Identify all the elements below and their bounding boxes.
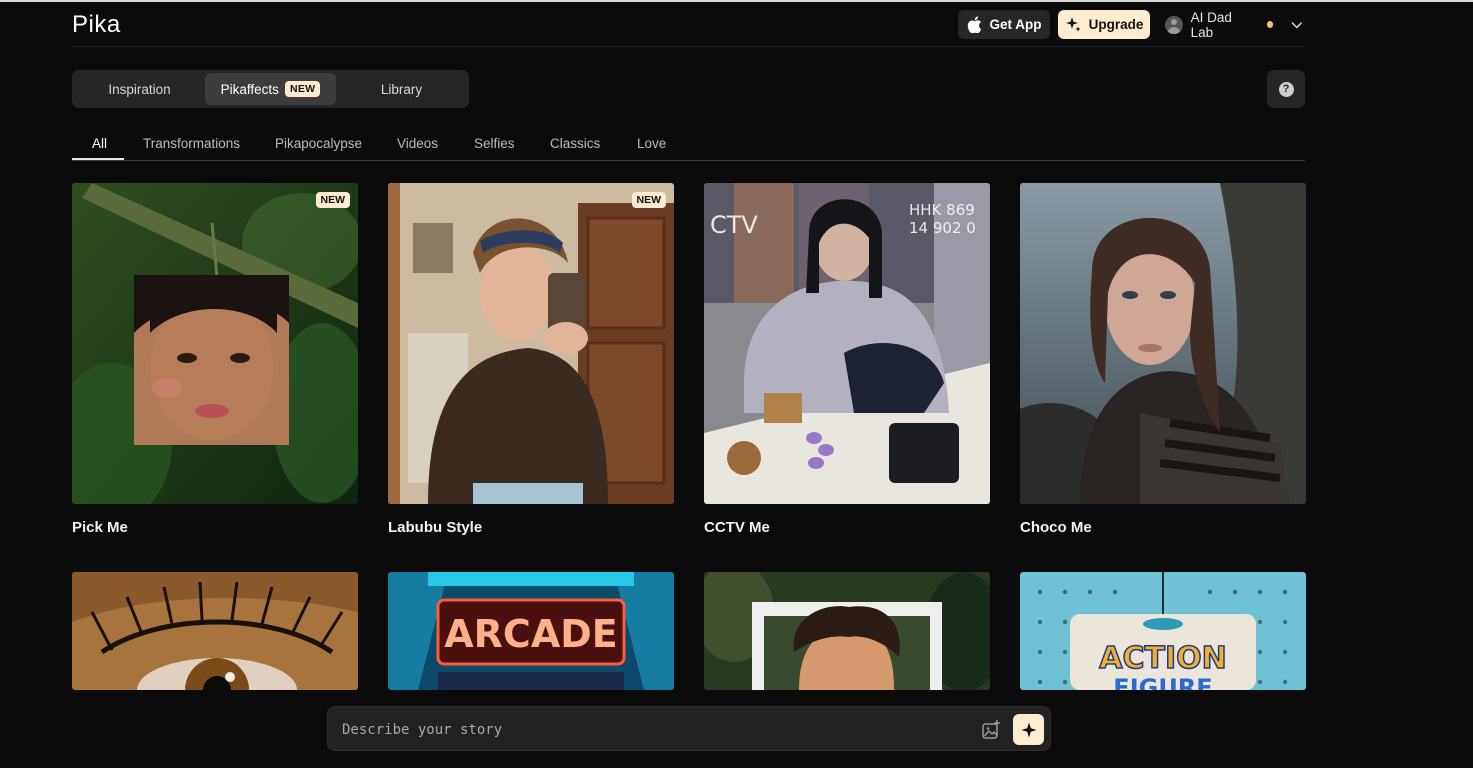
card-new-badge: NEW	[315, 192, 350, 208]
card-title[interactable]: Pick Me	[72, 519, 128, 536]
category-transformations[interactable]: Transformations	[143, 136, 240, 151]
tab-inspiration-label: Inspiration	[108, 81, 171, 97]
arcade-thumbnail[interactable]: ARCADE	[388, 572, 674, 690]
category-selfies[interactable]: Selfies	[474, 136, 515, 151]
eye-closeup-thumbnail[interactable]	[72, 572, 358, 690]
sparkle-icon	[1021, 722, 1036, 737]
account-name: AI Dad Lab	[1190, 9, 1232, 40]
pika-logo[interactable]: Pika	[72, 11, 121, 39]
help-icon: ?	[1278, 81, 1294, 97]
add-image-icon[interactable]	[980, 719, 1002, 741]
category-classics[interactable]: Classics	[550, 136, 600, 151]
category-videos[interactable]: Videos	[397, 136, 438, 151]
avatar	[1165, 15, 1183, 34]
upgrade-label: Upgrade	[1088, 17, 1144, 32]
new-badge: NEW	[284, 81, 321, 97]
top-header: Pika Get App Upgrade AI Dad Lab	[72, 2, 1305, 47]
card-title[interactable]: Choco Me	[1020, 519, 1092, 536]
prompt-bar	[327, 706, 1051, 751]
account-menu[interactable]: AI Dad Lab	[1165, 9, 1305, 40]
apple-icon	[967, 16, 981, 33]
category-pikapocalypse[interactable]: Pikapocalypse	[275, 136, 362, 151]
action-figure-thumbnail[interactable]: ACTION FIGURE	[1020, 572, 1306, 690]
tab-pikaffects[interactable]: Pikaffects NEW	[205, 73, 336, 105]
category-all[interactable]: All	[92, 136, 107, 151]
arcade-sign-text: ARCADE	[444, 612, 617, 656]
cartoon-frame-thumbnail[interactable]	[704, 572, 990, 690]
cctv-overlay-text-right-2: 14 902 0	[909, 219, 976, 237]
story-prompt-input[interactable]	[342, 719, 962, 741]
cctv-overlay-text-right: HHK 869	[909, 201, 975, 219]
chevron-down-icon	[1292, 21, 1303, 28]
cctv-overlay-text-left: CTV	[710, 211, 758, 239]
card-title[interactable]: CCTV Me	[704, 519, 770, 536]
action-figure-text: ACTION	[1099, 641, 1226, 676]
labubu-style-thumbnail[interactable]: NEW	[388, 183, 674, 504]
section-tabs: Inspiration Pikaffects NEW Library	[72, 70, 469, 108]
action-figure-text-2: FIGURE	[1113, 674, 1212, 690]
tab-inspiration[interactable]: Inspiration	[75, 73, 204, 105]
tab-library[interactable]: Library	[337, 73, 466, 105]
choco-me-thumbnail[interactable]	[1020, 183, 1306, 504]
category-tabs: All Transformations Pikapocalypse Videos…	[72, 126, 1305, 161]
get-app-label: Get App	[989, 17, 1042, 32]
card-new-badge: NEW	[631, 192, 666, 208]
tab-pikaffects-label: Pikaffects	[220, 81, 279, 97]
active-tab-underline	[72, 158, 124, 160]
cctv-me-thumbnail[interactable]: CTV HHK 869 14 902 0	[704, 183, 990, 504]
sparkle-icon	[1065, 17, 1081, 32]
help-button[interactable]: ?	[1267, 70, 1305, 108]
category-love[interactable]: Love	[637, 136, 666, 151]
tab-library-label: Library	[380, 81, 423, 97]
status-dot	[1266, 21, 1274, 28]
get-app-button[interactable]: Get App	[958, 10, 1050, 39]
generate-button[interactable]	[1013, 714, 1044, 745]
card-title[interactable]: Labubu Style	[388, 519, 482, 536]
upgrade-button[interactable]: Upgrade	[1058, 10, 1150, 39]
pick-me-thumbnail[interactable]: NEW	[72, 183, 358, 504]
